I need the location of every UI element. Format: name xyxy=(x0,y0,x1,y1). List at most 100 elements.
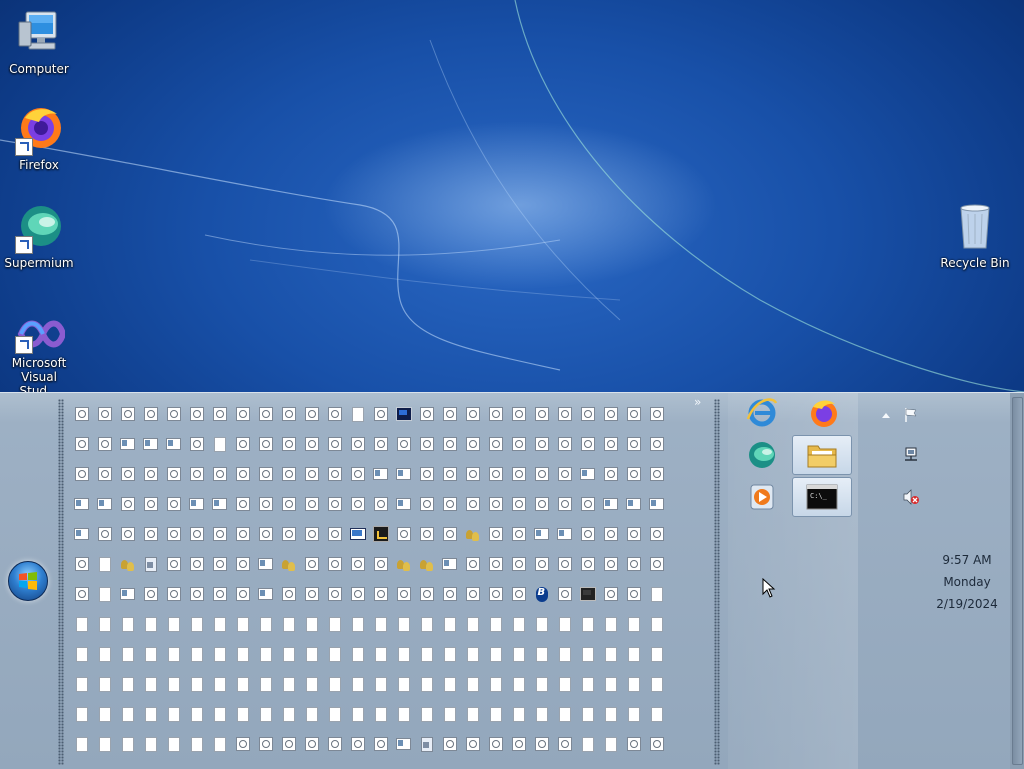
notification-item[interactable] xyxy=(208,639,231,669)
overflow-chevron[interactable]: » xyxy=(694,395,701,409)
notification-item[interactable] xyxy=(231,399,254,429)
notification-item[interactable] xyxy=(438,489,461,519)
notification-item[interactable] xyxy=(645,549,668,579)
notification-item[interactable] xyxy=(369,729,392,759)
notification-item[interactable] xyxy=(599,729,622,759)
notification-item[interactable] xyxy=(553,639,576,669)
notification-item[interactable] xyxy=(277,519,300,549)
notification-item[interactable] xyxy=(553,549,576,579)
notification-item[interactable] xyxy=(369,669,392,699)
file-explorer-taskbar-button[interactable] xyxy=(792,435,852,475)
notification-item[interactable] xyxy=(599,669,622,699)
media-player-taskbar-button[interactable] xyxy=(732,477,792,517)
notification-item[interactable] xyxy=(576,549,599,579)
start-button[interactable] xyxy=(8,561,48,601)
notification-item[interactable] xyxy=(231,549,254,579)
notification-item[interactable] xyxy=(484,519,507,549)
notification-item[interactable] xyxy=(139,669,162,699)
notification-item[interactable] xyxy=(300,549,323,579)
notification-item[interactable] xyxy=(139,639,162,669)
notification-item[interactable] xyxy=(622,639,645,669)
notification-item[interactable] xyxy=(507,519,530,549)
notification-item[interactable] xyxy=(162,549,185,579)
action-center-button[interactable] xyxy=(901,405,921,425)
notification-item[interactable] xyxy=(622,699,645,729)
notification-item[interactable] xyxy=(553,429,576,459)
notification-item[interactable] xyxy=(484,579,507,609)
notification-item[interactable] xyxy=(576,429,599,459)
notification-item[interactable] xyxy=(369,489,392,519)
notification-item[interactable] xyxy=(576,699,599,729)
scrollbar-thumb[interactable] xyxy=(1012,397,1023,765)
notification-item[interactable] xyxy=(277,669,300,699)
notification-item[interactable] xyxy=(277,609,300,639)
notification-item[interactable] xyxy=(484,639,507,669)
notification-item[interactable] xyxy=(530,459,553,489)
notification-item[interactable] xyxy=(70,489,93,519)
notification-item[interactable] xyxy=(599,519,622,549)
notification-item[interactable] xyxy=(323,639,346,669)
notification-item[interactable] xyxy=(162,729,185,759)
notification-item[interactable] xyxy=(461,399,484,429)
notification-item[interactable] xyxy=(438,579,461,609)
notification-item[interactable] xyxy=(277,579,300,609)
notification-item[interactable] xyxy=(645,519,668,549)
notification-item[interactable] xyxy=(116,399,139,429)
notification-item[interactable] xyxy=(599,429,622,459)
toolbar-grip[interactable] xyxy=(58,399,64,765)
notification-item[interactable] xyxy=(300,399,323,429)
notification-item[interactable] xyxy=(599,459,622,489)
internet-explorer-button[interactable] xyxy=(732,393,792,433)
notification-item[interactable] xyxy=(369,639,392,669)
notification-item[interactable] xyxy=(484,399,507,429)
notification-item[interactable] xyxy=(346,729,369,759)
notification-item[interactable] xyxy=(231,429,254,459)
notification-item[interactable] xyxy=(622,729,645,759)
supermium-taskbar-button[interactable] xyxy=(732,435,792,475)
notification-item[interactable] xyxy=(116,579,139,609)
notification-item[interactable] xyxy=(116,549,139,579)
notification-item[interactable] xyxy=(116,459,139,489)
notification-item[interactable] xyxy=(415,459,438,489)
notification-item[interactable] xyxy=(576,399,599,429)
notification-item[interactable] xyxy=(231,489,254,519)
notification-item[interactable] xyxy=(553,609,576,639)
notification-item[interactable] xyxy=(277,459,300,489)
notification-item[interactable] xyxy=(323,519,346,549)
notification-item[interactable] xyxy=(392,489,415,519)
notification-item[interactable] xyxy=(438,639,461,669)
notification-item[interactable] xyxy=(461,519,484,549)
notification-item[interactable] xyxy=(70,579,93,609)
notification-item[interactable] xyxy=(599,639,622,669)
notification-item[interactable] xyxy=(369,609,392,639)
notification-item[interactable] xyxy=(622,519,645,549)
notification-item[interactable] xyxy=(323,729,346,759)
notification-item[interactable] xyxy=(645,399,668,429)
notification-item[interactable] xyxy=(139,489,162,519)
notification-item[interactable] xyxy=(93,519,116,549)
notification-item[interactable] xyxy=(277,639,300,669)
notification-item[interactable] xyxy=(162,489,185,519)
notification-item[interactable] xyxy=(116,729,139,759)
notification-item[interactable] xyxy=(622,399,645,429)
notification-item[interactable] xyxy=(622,489,645,519)
notification-item[interactable] xyxy=(139,429,162,459)
notification-item[interactable] xyxy=(208,519,231,549)
notification-item[interactable] xyxy=(185,579,208,609)
notification-item[interactable] xyxy=(599,549,622,579)
notification-item[interactable] xyxy=(231,729,254,759)
notification-item[interactable] xyxy=(162,669,185,699)
notification-item[interactable] xyxy=(254,579,277,609)
notification-item[interactable] xyxy=(93,729,116,759)
notification-item[interactable] xyxy=(530,579,553,609)
notification-item[interactable] xyxy=(438,459,461,489)
notification-item[interactable] xyxy=(208,729,231,759)
notification-item[interactable] xyxy=(93,549,116,579)
notification-item[interactable] xyxy=(346,519,369,549)
notification-item[interactable] xyxy=(576,519,599,549)
notification-item[interactable] xyxy=(530,489,553,519)
notification-item[interactable] xyxy=(507,399,530,429)
notification-item[interactable] xyxy=(392,549,415,579)
notification-item[interactable] xyxy=(162,429,185,459)
notification-item[interactable] xyxy=(392,519,415,549)
